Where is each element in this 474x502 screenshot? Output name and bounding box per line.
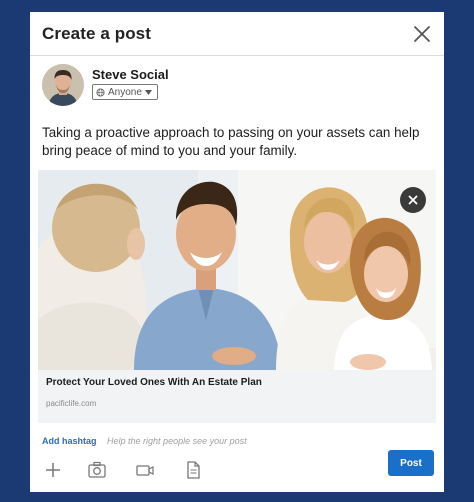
hashtag-row: Add hashtag Help the right people see yo… [42,436,247,446]
post-button[interactable]: Post [388,450,434,476]
video-icon [136,465,154,476]
close-icon [414,26,430,42]
document-icon [187,461,200,479]
close-icon [408,195,418,205]
close-button[interactable] [410,22,434,46]
add-document-button[interactable] [182,459,204,481]
author-row: Steve Social Anyone [42,64,422,114]
caret-down-icon [144,89,152,95]
create-post-dialog: Create a post Steve Social Anyone Taking… [30,12,444,492]
dialog-header: Create a post [30,12,444,56]
visibility-label: Anyone [108,86,142,98]
hashtag-hint: Help the right people see your post [107,436,247,446]
add-photo-button[interactable] [86,459,108,481]
camera-icon [88,461,106,478]
plus-icon [46,463,60,477]
preview-title: Protect Your Loved Ones With An Estate P… [46,377,262,388]
post-toolbar [42,459,222,483]
preview-image [38,170,436,370]
dialog-title: Create a post [42,24,152,43]
visibility-dropdown[interactable]: Anyone [92,84,158,100]
add-video-button[interactable] [134,459,156,481]
preview-domain: pacificlife.com [46,399,97,408]
add-button[interactable] [42,459,64,481]
remove-preview-button[interactable] [400,187,426,213]
post-text[interactable]: Taking a proactive approach to passing o… [42,124,432,160]
link-preview-card[interactable]: Protect Your Loved Ones With An Estate P… [38,170,436,423]
globe-icon [96,87,105,97]
author-name: Steve Social [92,67,169,82]
avatar [42,64,84,106]
add-hashtag-link[interactable]: Add hashtag [42,436,97,446]
